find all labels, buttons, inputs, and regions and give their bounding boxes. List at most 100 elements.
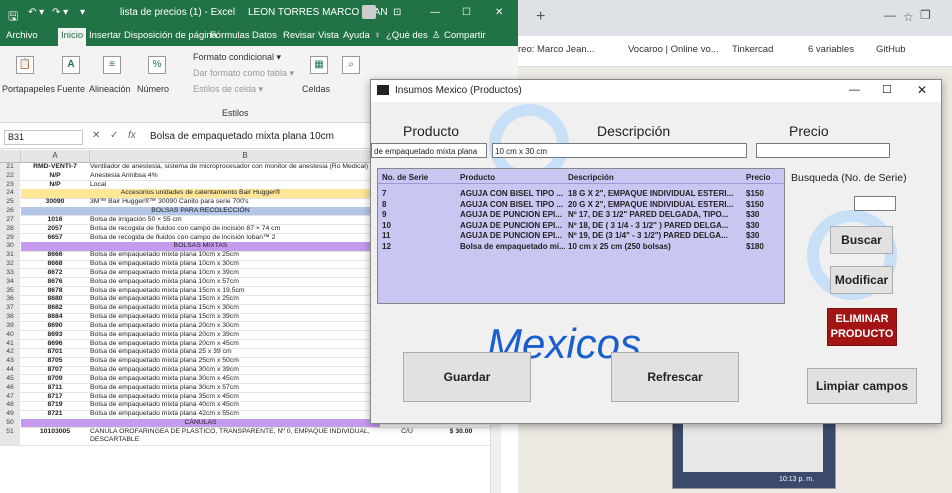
bookmark-marco[interactable]: reo: Marco Jean... xyxy=(518,44,595,55)
cell-description[interactable]: Bolsa de empaquetado mixta plana 40cm x … xyxy=(90,401,380,409)
cell-code[interactable]: 8682 xyxy=(21,304,89,312)
list-cell-descripcion[interactable]: 18 G X 2", EMPAQUE INDIVIDUAL ESTERI... xyxy=(568,189,744,198)
font-icon[interactable]: A xyxy=(62,56,80,74)
tell-me-search[interactable]: ¿Qué des xyxy=(386,30,428,41)
percent-icon[interactable]: % xyxy=(148,56,166,74)
row-number[interactable]: 31 xyxy=(0,251,20,260)
cell-description[interactable]: CANULA OROFARINGEA DE PLÁSTICO, TRANSPAR… xyxy=(90,428,380,444)
avatar[interactable] xyxy=(362,5,376,19)
limpiar-campos-button[interactable]: Limpiar campos xyxy=(807,368,917,404)
cell-description[interactable]: Anestesia Arinibsa 4% xyxy=(90,172,390,180)
list-cell-descripcion[interactable]: Nº 19, DE (3 1/4" - 3 1/2") PARED DELGA.… xyxy=(568,231,744,240)
celdas-button[interactable]: Celdas xyxy=(302,84,330,94)
cell-description[interactable]: Bolsa de empaquetado mixta plana 15cm x … xyxy=(90,287,390,295)
bookmark-vocaroo[interactable]: Vocaroo | Online vo... xyxy=(628,44,719,55)
browser-restore-icon[interactable]: ❐ xyxy=(920,8,931,22)
cell-code[interactable]: 8719 xyxy=(21,401,89,409)
row-number[interactable]: 28 xyxy=(0,224,20,234)
cell-description[interactable]: Bolsa de empaquetado mixta plana 25 x 39… xyxy=(90,348,390,356)
cell-code[interactable]: 8666 xyxy=(21,251,89,259)
share-button[interactable]: Compartir xyxy=(444,30,486,41)
cell-code[interactable]: 8676 xyxy=(21,278,89,286)
bookmark-github[interactable]: GitHub xyxy=(876,44,906,55)
edit-search-icon[interactable]: ⌕ xyxy=(342,56,360,74)
precio-input[interactable] xyxy=(756,143,890,158)
cell-code[interactable]: 8707 xyxy=(21,366,89,374)
header-precio[interactable]: Precio xyxy=(746,173,770,182)
list-cell-producto[interactable]: AGUJA DE PUNCION EPI... xyxy=(460,221,565,230)
tab-disposicion[interactable]: Disposición de página xyxy=(124,30,217,41)
cell-description[interactable]: Bolsa de empaquetado mixta plana 30cm x … xyxy=(90,375,390,383)
cell-presentation[interactable]: C/U xyxy=(382,428,432,436)
row-number[interactable]: 45 xyxy=(0,374,20,384)
cell-code[interactable]: 8693 xyxy=(21,331,89,339)
tab-ayuda[interactable]: Ayuda xyxy=(343,30,370,41)
cell-code[interactable]: 8684 xyxy=(21,313,89,321)
column-header-b[interactable]: B xyxy=(90,150,401,163)
cell-description[interactable]: Bolsa de empaquetado mixta plana 20cm x … xyxy=(90,340,390,348)
cell-styles-button[interactable]: Estilos de celda ▾ xyxy=(193,84,263,95)
conditional-format-button[interactable]: Formato condicional ▾ xyxy=(193,52,281,63)
cell-description[interactable]: Bolsa de empaquetado mixta plana 15cm x … xyxy=(90,295,390,303)
dialog-close-icon[interactable]: ✕ xyxy=(917,83,927,97)
ribbon-display-icon[interactable]: ⊡ xyxy=(393,7,401,18)
list-cell-serie[interactable]: 8 xyxy=(382,200,452,209)
header-descripcion[interactable]: Descripción xyxy=(568,173,614,182)
row-number[interactable]: 49 xyxy=(0,410,20,419)
cell-description[interactable]: Bolsa de irrigación 50 × 55 cm xyxy=(90,216,390,224)
cell-description[interactable]: Local xyxy=(90,181,390,189)
header-producto[interactable]: Producto xyxy=(460,173,495,182)
header-serie[interactable]: No. de Serie xyxy=(382,173,428,182)
list-cell-descripcion[interactable]: 10 cm x 25 cm (250 bolsas) xyxy=(568,242,744,251)
list-cell-precio[interactable]: $30 xyxy=(746,231,782,240)
list-cell-producto[interactable]: AGUJA DE PUNCION EPI... xyxy=(460,210,565,219)
list-cell-serie[interactable]: 12 xyxy=(382,242,452,251)
list-cell-serie[interactable]: 9 xyxy=(382,210,452,219)
browser-minimize-icon[interactable]: — xyxy=(884,8,896,22)
cell-code[interactable]: 2057 xyxy=(21,225,89,233)
spreadsheet-grid[interactable]: A B 21 RMD-VENTI-7 Ventilador de anestesia… xyxy=(0,150,490,493)
cell-description[interactable]: Bolsa de empaquetado mixta plana 30cm x … xyxy=(90,384,380,392)
list-cell-precio[interactable]: $150 xyxy=(746,189,782,198)
row-number[interactable]: 34 xyxy=(0,277,20,287)
tab-vista[interactable]: Vista xyxy=(318,30,339,41)
maximize-icon[interactable]: ☐ xyxy=(462,7,471,18)
corner-select[interactable] xyxy=(0,150,21,163)
descripcion-input[interactable]: 10 cm x 30 cm xyxy=(492,143,747,158)
row-number[interactable]: 30 xyxy=(0,242,20,251)
cell-code[interactable]: N/P xyxy=(21,172,89,180)
list-cell-precio[interactable]: $150 xyxy=(746,200,782,209)
cell-description[interactable]: 3M™ Bair Hugger®™ 30090 Canito para seri… xyxy=(90,198,390,206)
cell-code[interactable]: 30090 xyxy=(21,198,89,206)
bookmark-6-variables[interactable]: 6 variables xyxy=(808,44,854,55)
close-icon[interactable]: ✕ xyxy=(495,7,503,18)
list-cell-precio[interactable]: $180 xyxy=(746,242,782,251)
format-table-button[interactable]: Dar formato como tabla ▾ xyxy=(193,68,294,79)
row-number[interactable]: 42 xyxy=(0,348,20,357)
list-cell-precio[interactable]: $30 xyxy=(746,221,782,230)
guardar-button[interactable]: Guardar xyxy=(403,352,531,402)
new-tab-button[interactable]: + xyxy=(536,8,545,26)
row-number[interactable]: 24 xyxy=(0,189,20,198)
name-box[interactable]: B31 xyxy=(4,130,83,145)
cell-description[interactable]: Bolsa de empaquetado mixta plana 15cm x … xyxy=(90,304,390,312)
cell-description[interactable]: Bolsa de empaquetado mixta plana 10cm x … xyxy=(90,251,390,259)
row-number[interactable]: 50 xyxy=(0,419,20,428)
cell-code[interactable]: 8696 xyxy=(21,340,89,348)
modificar-button[interactable]: Modificar xyxy=(830,266,893,294)
cell-description[interactable]: Bolsa de empaquetado mixta plana 42cm x … xyxy=(90,410,380,418)
cell-code[interactable]: 8672 xyxy=(21,269,89,277)
dialog-minimize-icon[interactable]: — xyxy=(849,84,860,96)
cell-description[interactable]: Bolsa de recogida de fluidos con campo d… xyxy=(90,234,390,242)
undo-icon[interactable]: ↶ ▾ xyxy=(28,7,44,18)
function-icon[interactable]: fx xyxy=(128,130,136,141)
row-number[interactable]: 48 xyxy=(0,401,20,410)
tab-formulas[interactable]: Fórmulas xyxy=(210,30,250,41)
row-number[interactable]: 37 xyxy=(0,304,20,313)
eliminar-producto-button[interactable]: ELIMINAR PRODUCTO xyxy=(827,308,897,346)
cell-code[interactable]: 8721 xyxy=(21,410,89,418)
tab-archivo[interactable]: Archivo xyxy=(6,30,38,41)
row-number[interactable]: 29 xyxy=(0,233,20,242)
list-cell-producto[interactable]: AGUJA CON BISEL TIPO ... xyxy=(460,189,565,198)
alineacion-button[interactable]: Alineación xyxy=(89,84,131,94)
